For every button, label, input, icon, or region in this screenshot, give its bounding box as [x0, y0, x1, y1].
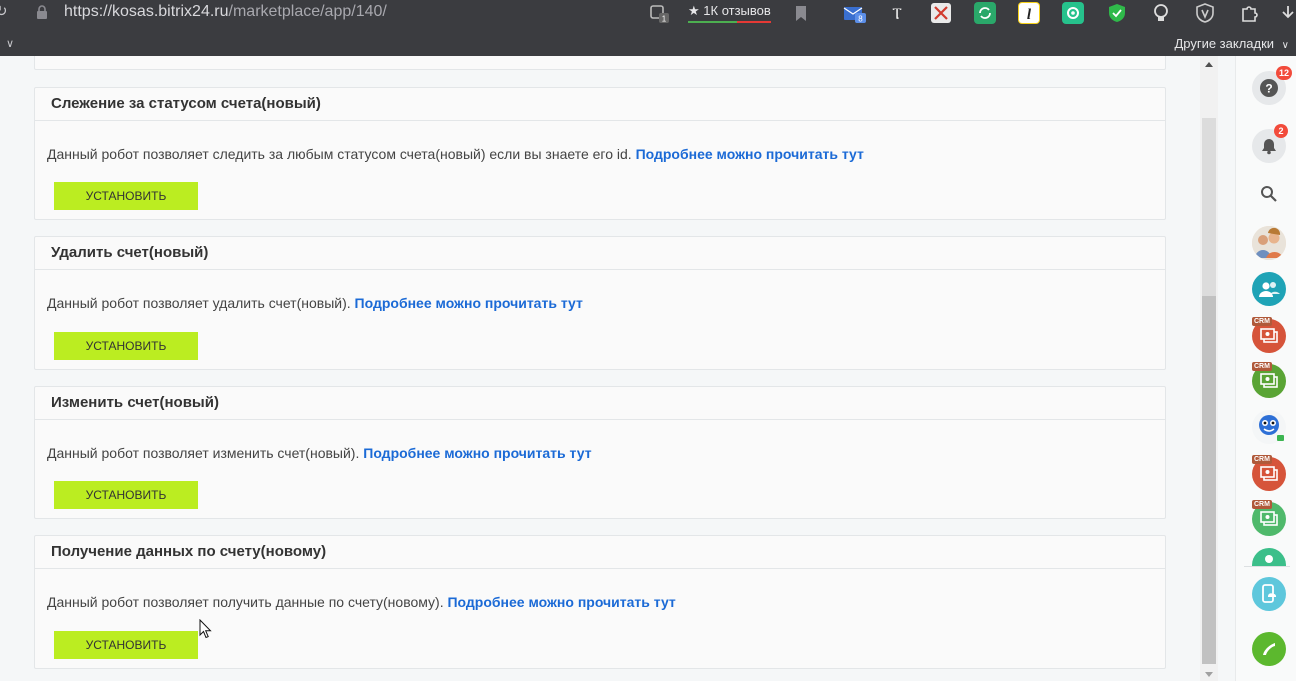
l-extension-icon[interactable]: l [1018, 2, 1040, 24]
employees-button[interactable] [1252, 272, 1286, 306]
gear-extension-icon[interactable] [1062, 2, 1084, 24]
url-host: https://kosas.bitrix24.ru [64, 3, 229, 20]
bitrix-right-sidebar: ? 12 2 CRM CRM CRM CRM [1235, 56, 1296, 681]
robot-card-title: Слежение за статусом счета(новый) [35, 88, 1165, 121]
chevron-down-icon[interactable]: ∨ [6, 37, 14, 50]
menu-icon[interactable] [1280, 2, 1296, 24]
robot-card: Слежение за статусом счета(новый) Данный… [34, 87, 1166, 220]
more-info-link[interactable]: Подробнее можно прочитать тут [447, 594, 675, 610]
crm-tag: CRM [1252, 362, 1272, 371]
robot-card-title: Удалить счет(новый) [35, 237, 1165, 270]
crm-form-icon [1260, 328, 1278, 343]
search-icon [1261, 186, 1277, 202]
bell-icon [1262, 139, 1276, 155]
bulb-extension-icon[interactable] [1150, 2, 1172, 24]
robot-card-partial [34, 56, 1166, 70]
robot-card: Удалить счет(новый) Данный робот позволя… [34, 236, 1166, 370]
scroll-down-arrow-icon[interactable] [1205, 672, 1213, 677]
shield-extension-icon[interactable] [1106, 2, 1128, 24]
robot-card: Получение данных по счету(новому) Данный… [34, 535, 1166, 669]
scroll-track[interactable] [1202, 118, 1216, 296]
reviews-label: 1К отзывов [703, 3, 771, 18]
address-row: ↻ https://kosas.bitrix24.ru/marketplace/… [0, 0, 1296, 28]
svg-text:?: ? [1265, 82, 1272, 96]
people-photo-icon [1252, 226, 1286, 260]
scroll-up-arrow-icon[interactable] [1205, 62, 1213, 67]
mail-extension-icon[interactable]: 8 [843, 2, 866, 24]
crm-tag: CRM [1252, 455, 1272, 464]
help-button[interactable]: ? 12 [1252, 66, 1292, 105]
search-button[interactable] [1252, 177, 1286, 211]
crm-form-icon [1260, 511, 1278, 526]
install-button[interactable]: Установить [54, 332, 198, 360]
robot-icon [1259, 415, 1284, 441]
marketplace-content: Слежение за статусом счета(новый) Данный… [0, 56, 1200, 681]
mail-badge: 8 [858, 15, 863, 24]
notifications-button[interactable]: 2 [1252, 124, 1288, 163]
robot-card-description: Данный робот позволяет следить за любым … [47, 146, 864, 162]
more-info-link[interactable]: Подробнее можно прочитать тут [636, 146, 864, 162]
help-badge: 12 [1275, 66, 1292, 80]
group-chat-avatar[interactable] [1252, 226, 1286, 260]
crm-chat-1[interactable]: CRM [1252, 317, 1286, 353]
sync-extension-icon[interactable] [974, 2, 996, 24]
more-info-link[interactable]: Подробнее можно прочитать тут [363, 445, 591, 461]
robot-card-title: Получение данных по счету(новому) [35, 536, 1165, 569]
robot-card-description: Данный робот позволяет удалить счет(новы… [47, 295, 583, 311]
user-icon [1265, 555, 1273, 563]
chevron-down-icon: ∨ [1281, 40, 1289, 51]
scroll-thumb[interactable] [1202, 296, 1216, 664]
address-bar[interactable]: https://kosas.bitrix24.ru/marketplace/ap… [64, 3, 387, 21]
scissors-extension-icon[interactable] [930, 2, 952, 24]
vpn-extension-icon[interactable] [1194, 2, 1216, 24]
svg-text:Ⲧ: Ⲧ [892, 4, 902, 23]
crm-form-icon [1260, 466, 1278, 481]
crm-chat-2[interactable]: CRM [1252, 362, 1286, 398]
mobile-app-button[interactable] [1252, 577, 1286, 611]
crm-tag: CRM [1252, 500, 1272, 509]
sidebar-divider [1244, 566, 1290, 567]
description-text: Данный робот позволяет удалить счет(новы… [47, 295, 351, 311]
crm-chat-4[interactable]: CRM [1252, 500, 1286, 536]
install-button[interactable]: Установить [54, 182, 198, 210]
install-button[interactable]: Установить [54, 481, 198, 509]
bot-avatar[interactable] [1252, 410, 1286, 444]
ext-badge: 1 [662, 15, 667, 24]
phone-cloud-icon [1262, 584, 1277, 603]
robot-card-description: Данный робот позволяет получить данные п… [47, 594, 676, 610]
crm-form-icon [1260, 373, 1278, 388]
mouse-cursor-icon [199, 619, 212, 639]
robot-card: Изменить счет(новый) Данный робот позвол… [34, 386, 1166, 519]
phone-icon [1263, 643, 1275, 655]
lock-icon[interactable] [36, 5, 48, 19]
puzzle-extension-icon[interactable] [1238, 2, 1260, 24]
star-icon: ★ [688, 3, 700, 18]
description-text: Данный робот позволяет следить за любым … [47, 146, 632, 162]
translate-extension-icon[interactable]: Ⲧ [886, 2, 908, 24]
url-path: /marketplace/app/140/ [228, 3, 387, 20]
crm-tag: CRM [1252, 317, 1272, 326]
install-button[interactable]: Установить [54, 631, 198, 659]
more-info-link[interactable]: Подробнее можно прочитать тут [355, 295, 583, 311]
notifications-badge: 2 [1274, 124, 1288, 138]
robot-card-description: Данный робот позволяет изменить счет(нов… [47, 445, 592, 461]
bookmarks-bar: ∨ Другие закладки ∨ [0, 28, 1296, 56]
other-bookmarks[interactable]: Другие закладки ∨ [1174, 36, 1289, 51]
user-avatar-partial[interactable] [1252, 548, 1286, 566]
users-icon [1259, 282, 1280, 297]
browser-toolbar: ↻ https://kosas.bitrix24.ru/marketplace/… [0, 0, 1296, 56]
reload-icon[interactable]: ↻ [0, 4, 11, 20]
bookmark-icon[interactable] [790, 2, 812, 24]
description-text: Данный робот позволяет изменить счет(нов… [47, 445, 360, 461]
page-scrollbar[interactable] [1200, 56, 1218, 681]
crm-chat-3[interactable]: CRM [1252, 455, 1286, 491]
extension-tab-icon[interactable]: 1 [648, 2, 670, 24]
other-bookmarks-label: Другие закладки [1174, 36, 1275, 51]
description-text: Данный робот позволяет получить данные п… [47, 594, 444, 610]
question-icon: ? [1260, 79, 1278, 97]
call-button[interactable] [1252, 632, 1286, 666]
robot-card-title: Изменить счет(новый) [35, 387, 1165, 420]
reviews-link[interactable]: ★ 1К отзывов [688, 3, 771, 23]
